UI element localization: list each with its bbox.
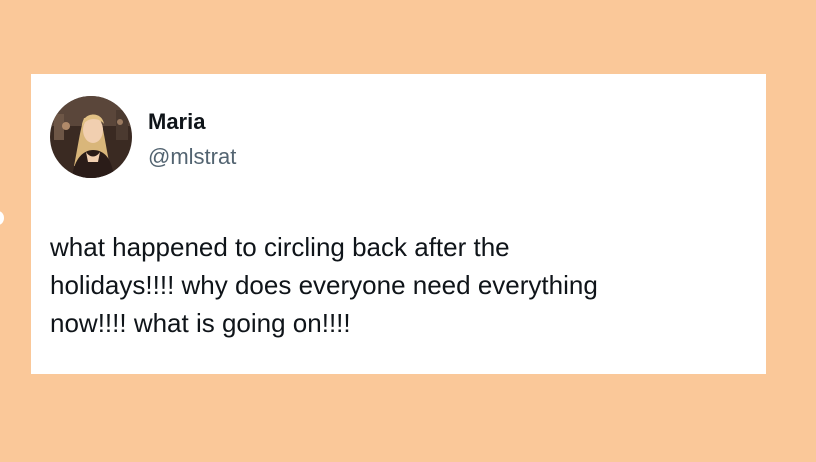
author-avatar[interactable] [50,96,132,178]
edge-decoration [0,211,4,225]
author-name[interactable]: Maria [148,109,205,135]
profile-photo-icon [50,96,132,178]
tweet-text-line: now!!!! what is going on!!!! [50,308,351,338]
tweet-card: Maria @mlstrat what happened to circling… [31,74,766,374]
author-handle[interactable]: @mlstrat [148,144,236,170]
tweet-text-line: what happened to circling back after the [50,232,510,262]
tweet-text: what happened to circling back after the… [50,228,750,342]
tweet-text-line: holidays!!!! why does everyone need ever… [50,270,598,300]
